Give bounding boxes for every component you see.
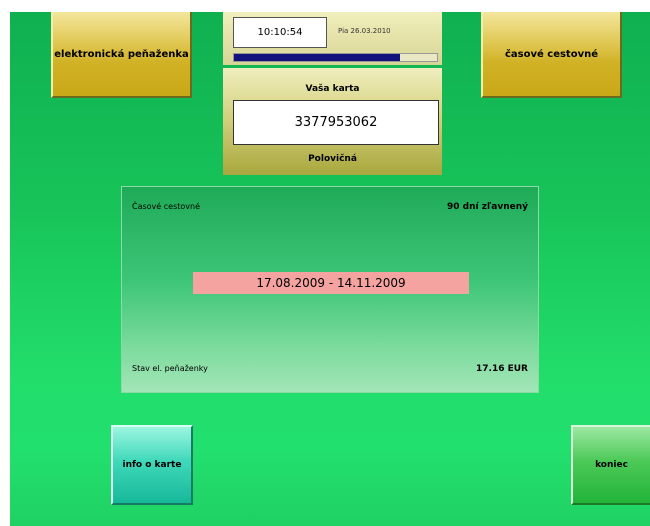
progress-bar (233, 53, 438, 62)
status-panel: 10:10:54 Pia 26.03.2010 (223, 12, 442, 65)
current-date: Pia 26.03.2010 (338, 27, 391, 35)
card-panel: Vaša karta 3377953062 Polovičná (223, 68, 442, 175)
time-pass-button-label: časové cestovné (504, 48, 598, 60)
clock-display: 10:10:54 (233, 17, 327, 48)
validity-period-text: 17.08.2009 - 14.11.2009 (256, 276, 406, 290)
clock-time: 10:10:54 (257, 27, 303, 38)
card-number-display: 3377953062 (233, 100, 439, 145)
card-info-button[interactable]: info o karte (111, 425, 193, 505)
progress-bar-fill (234, 54, 401, 61)
pass-info-panel: Časové cestovné 90 dní zľavnený 17.08.20… (121, 186, 539, 393)
card-type: Polovičná (308, 154, 357, 164)
electronic-wallet-button-label: elektronická peňaženka (54, 48, 189, 60)
card-info-button-label: info o karte (122, 460, 182, 470)
time-pass-button[interactable]: časové cestovné (481, 12, 622, 98)
card-number: 3377953062 (294, 115, 378, 130)
electronic-wallet-button[interactable]: elektronická peňaženka (51, 12, 192, 98)
validity-period: 17.08.2009 - 14.11.2009 (193, 272, 469, 294)
kiosk-screen: elektronická peňaženka 10:10:54 Pia 26.0… (10, 12, 650, 526)
wallet-balance-label: Stav el. peňaženky (132, 364, 208, 373)
end-button[interactable]: koniec (571, 425, 650, 505)
end-button-label: koniec (595, 460, 628, 470)
pass-label: Časové cestovné (132, 202, 200, 211)
wallet-balance-value: 17.16 EUR (476, 364, 528, 374)
card-panel-title: Vaša karta (305, 84, 360, 94)
pass-type: 90 dní zľavnený (446, 202, 528, 212)
